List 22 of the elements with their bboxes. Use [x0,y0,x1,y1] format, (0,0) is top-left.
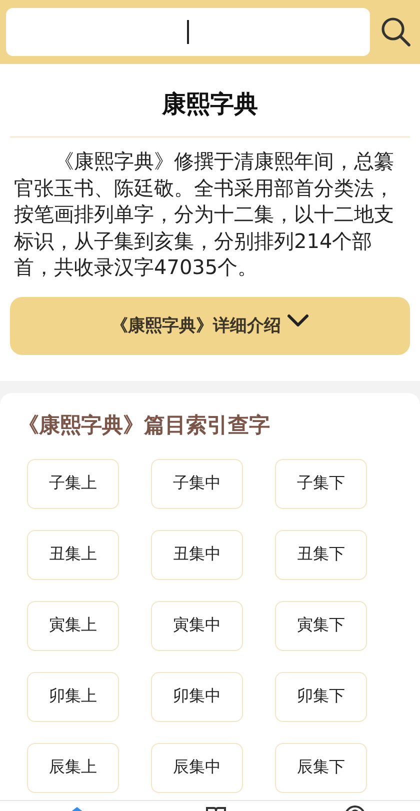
volume-button[interactable]: 子集上 [27,458,119,508]
volume-button[interactable]: 丑集中 [151,530,243,580]
details-button[interactable]: 《康熙字典》详细介绍 [10,296,410,354]
volume-button[interactable]: 寅集上 [27,600,119,650]
volume-button[interactable]: 丑集上 [27,530,119,580]
volume-button[interactable]: 子集下 [275,458,367,508]
chevron-icon [287,314,309,328]
volume-button[interactable]: 丑集下 [275,530,367,580]
volume-button[interactable]: 辰集中 [151,742,243,792]
volume-button[interactable]: 辰集上 [27,742,119,792]
volume-button[interactable]: 寅集中 [151,600,243,650]
search-icon[interactable] [380,16,412,48]
volume-button[interactable]: 子集中 [151,458,243,508]
intro-paragraph: 《康熙字典》修撰于清康熙年间，总纂官张玉书、陈廷敬。全书采用部首分类法，按笔画排列单字，分为十二集，以十二地支标识，从子集到亥集，分别排列214个部首，共收录汉字47035个。 [13,148,395,280]
volume-button[interactable]: 卯集下 [275,672,367,722]
search-field[interactable] [6,8,370,56]
volume-button[interactable]: 寅集下 [275,600,367,650]
page-title: 康熙字典 [10,64,410,138]
volume-button[interactable]: 辰集下 [275,742,367,792]
volume-button[interactable]: 卯集上 [27,672,119,722]
section-heading: 《康熙字典》篇目索引查字 [18,412,271,438]
volume-button[interactable]: 卯集中 [151,672,243,722]
